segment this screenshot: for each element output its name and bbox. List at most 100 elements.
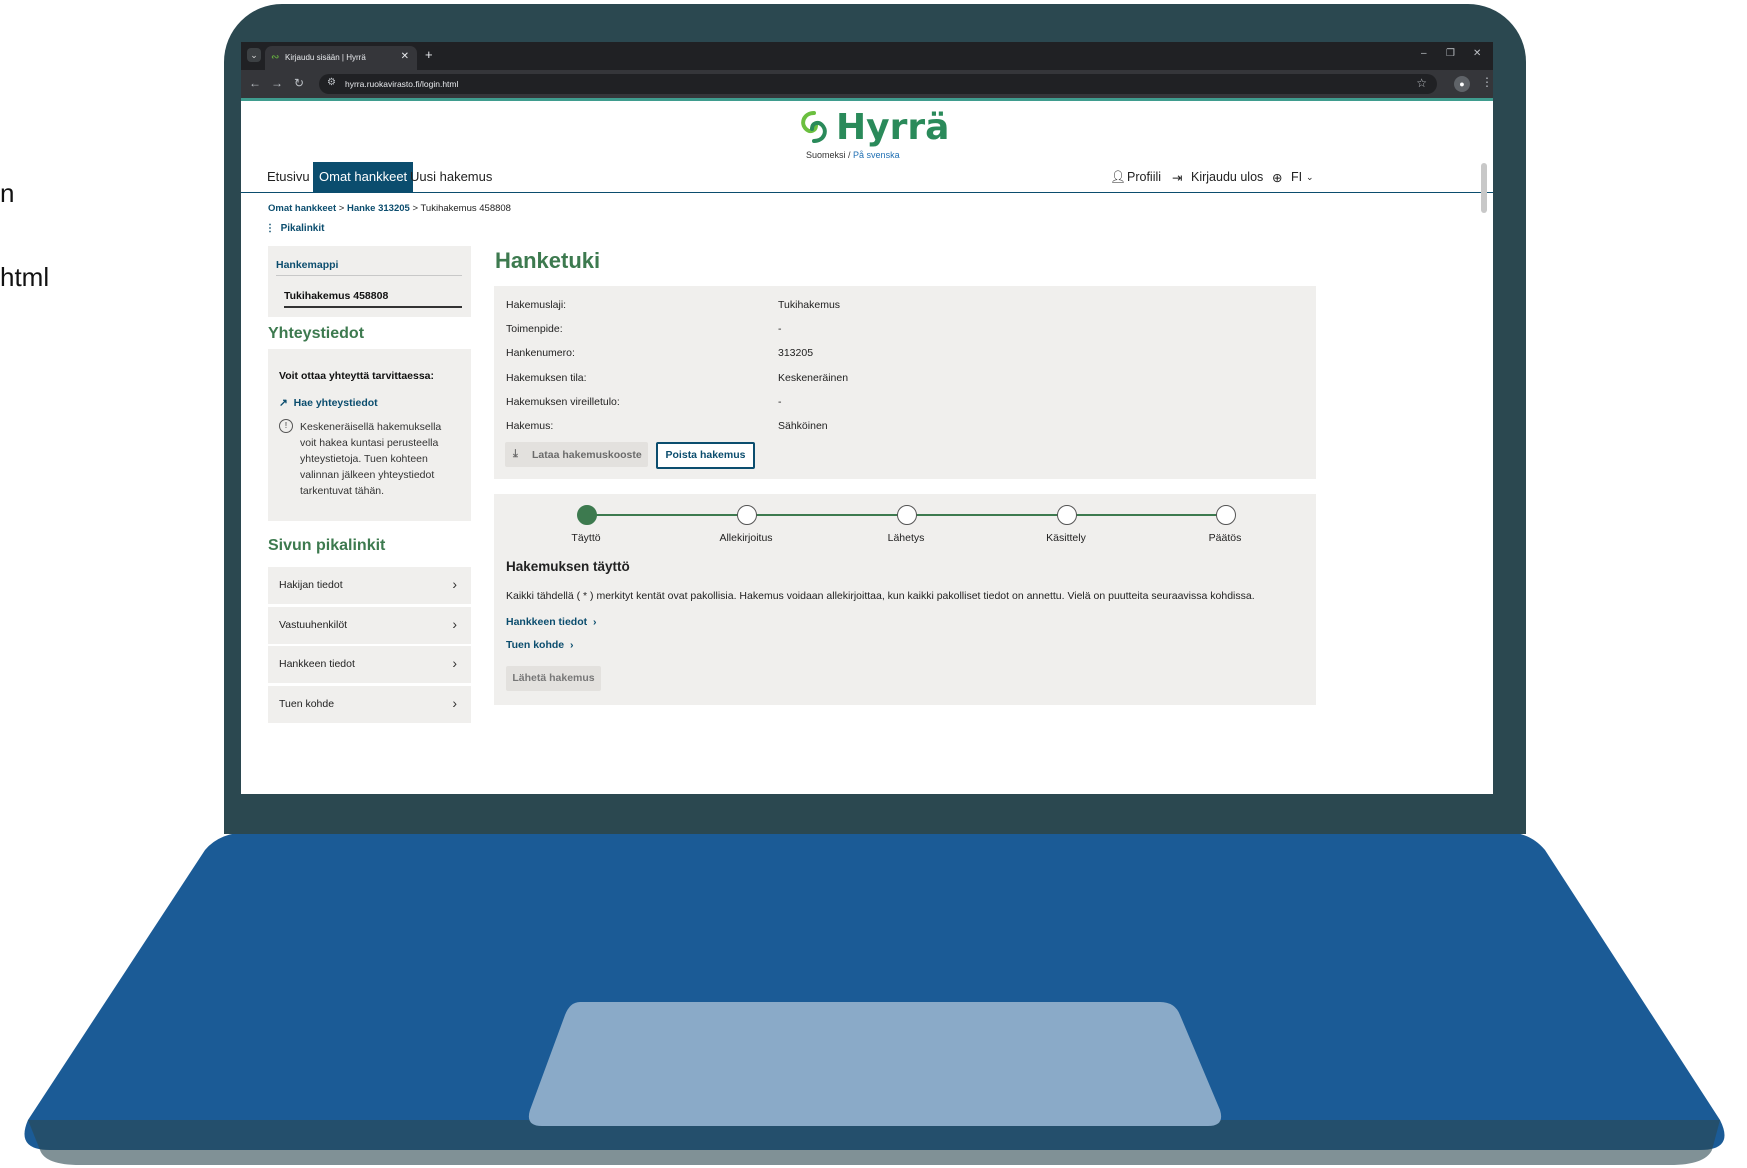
step-label: Täyttö (571, 532, 601, 544)
user-icon: 👤︎ (1110, 170, 1126, 184)
chevron-right-icon: › (452, 695, 457, 711)
detail-label: Hakemuksen vireilletulo: (506, 396, 620, 408)
browser-tab[interactable]: ∾ Kirjaudu sisään | Hyrrä ✕ (265, 46, 417, 70)
quicklink-responsible[interactable]: Vastuuhenkilöt › (268, 607, 471, 644)
logo-text: Hyrrä (836, 107, 950, 148)
divider (276, 275, 462, 276)
contact-link[interactable]: ↗ Hae yhteystiedot (279, 397, 378, 409)
main-navigation: Etusivu Omat hankkeet Uusi hakemus 👤︎ Pr… (241, 162, 1493, 193)
contact-box: Voit ottaa yhteyttä tarvittaessa: ↗ Hae … (268, 349, 471, 521)
address-bar[interactable]: ⚙ hyrra.ruokavirasto.fi/login.html ☆ (319, 74, 1437, 94)
nav-home[interactable]: Etusivu (267, 162, 310, 192)
step-label: Allekirjoitus (719, 532, 773, 544)
language-switch: Suomeksi / På svenska (806, 150, 900, 158)
globe-icon: ⊕ (1272, 171, 1283, 185)
window-close-icon[interactable]: ✕ (1473, 48, 1481, 59)
lang-sv-link[interactable]: På svenska (853, 150, 900, 158)
detail-label: Hakemuksen tila: (506, 372, 587, 384)
download-icon: ⤓ (513, 448, 518, 460)
detail-label: Hankenumero: (506, 347, 575, 359)
minimize-icon[interactable]: – (1421, 48, 1427, 59)
detail-value: 313205 (778, 347, 814, 359)
tab-title: Kirjaudu sisään | Hyrrä (285, 53, 366, 62)
browser-toolbar: ← → ↻ ⚙ hyrra.ruokavirasto.fi/login.html… (241, 70, 1493, 98)
touchpad (528, 1002, 1222, 1126)
quicklink-label: Hakijan tiedot (279, 579, 343, 591)
detail-label: Hakemuslaji: (506, 299, 567, 311)
external-link-icon: ↗ (279, 397, 288, 409)
fill-heading: Hakemuksen täyttö (506, 559, 630, 574)
quick-links-label: Pikalinkit (280, 223, 325, 234)
tab-search-icon[interactable]: ⌄ (247, 48, 261, 62)
new-tab-icon[interactable]: + (425, 47, 433, 62)
detail-label: Hakemus: (506, 420, 554, 432)
nav-logout[interactable]: Kirjaudu ulos (1191, 170, 1263, 184)
quicklink-label: Tuen kohde (279, 698, 335, 710)
missing-link-support-target[interactable]: Tuen kohde › (506, 639, 573, 651)
breadcrumb: Omat hankkeet > Hanke 313205 > Tukihakem… (268, 203, 511, 214)
contact-question: Voit ottaa yhteyttä tarvittaessa: (279, 370, 435, 382)
nav-profile[interactable]: Profiili (1127, 170, 1161, 184)
lang-fi[interactable]: Suomeksi / (806, 150, 851, 158)
chevron-right-icon: › (592, 616, 597, 628)
quicklink-label: Hankkeen tiedot (279, 658, 355, 670)
detail-value: Keskeneräinen (778, 372, 849, 384)
step-label: Lähetys (887, 532, 925, 544)
application-details-card: Hakemuslaji: Tukihakemus Toimenpide: - H… (494, 286, 1316, 479)
contact-heading: Yhteystiedot (268, 325, 365, 342)
maximize-icon[interactable]: ❐ (1446, 48, 1455, 59)
info-icon: ! (279, 419, 293, 433)
step-dot-filled (577, 505, 597, 525)
step-label: Päätös (1208, 532, 1242, 544)
browser-profile-icon[interactable]: ● (1454, 76, 1470, 92)
chevron-right-icon: › (452, 576, 457, 592)
send-application-button[interactable]: Lähetä hakemus (506, 666, 601, 691)
hyrra-favicon-icon: ∾ (271, 52, 280, 63)
reload-icon[interactable]: ↻ (294, 76, 304, 90)
chevron-down-icon[interactable]: ⌄ (1306, 172, 1314, 183)
web-page: Hyrrä Suomeksi / På svenska Etusivu Omat… (241, 101, 1493, 794)
quicklink-support-target[interactable]: Tuen kohde › (268, 686, 471, 723)
project-folder: Hankemappi Tukihakemus 458808 (268, 246, 471, 317)
nav-new-application[interactable]: Uusi hakemus (410, 162, 492, 192)
chevron-right-icon: › (569, 639, 574, 651)
quicklink-label: Vastuuhenkilöt (279, 619, 348, 631)
download-summary-button[interactable]: ⤓ Lataa hakemuskooste (505, 442, 648, 467)
tab-close-icon[interactable]: ✕ (401, 51, 409, 62)
step-dot (1216, 505, 1236, 525)
chevron-right-icon: › (452, 616, 457, 632)
bookmark-star-icon[interactable]: ☆ (1416, 76, 1427, 90)
background-text-1: n (0, 178, 15, 208)
browser-tab-bar: ⌄ ∾ Kirjaudu sisään | Hyrrä ✕ + – ❐ ✕ (241, 42, 1493, 70)
breadcrumb-link-projects[interactable]: Omat hankkeet (268, 203, 336, 214)
breadcrumb-link-project[interactable]: Hanke 313205 (347, 203, 410, 214)
logout-icon: ⇥ (1172, 171, 1183, 185)
laptop-screen: ⌄ ∾ Kirjaudu sisään | Hyrrä ✕ + – ❐ ✕ ← … (241, 42, 1493, 794)
step-dot (737, 505, 757, 525)
quick-links-toggle[interactable]: ⋮ Pikalinkit (265, 223, 324, 234)
selected-underline (284, 306, 462, 308)
quicklink-applicant[interactable]: Hakijan tiedot › (268, 567, 471, 604)
vertical-dots-icon: ⋮ (265, 223, 275, 234)
folder-selected-item[interactable]: Tukihakemus 458808 (284, 290, 388, 302)
language-select[interactable]: FI (1291, 170, 1302, 184)
contact-info-text: Keskeneräisellä hakemuksella voit hakea … (300, 421, 442, 497)
page-scrollbar[interactable] (1481, 163, 1487, 213)
folder-title[interactable]: Hankemappi (276, 259, 338, 271)
missing-link-label: Tuen kohde (506, 639, 565, 651)
forward-icon[interactable]: → (271, 76, 283, 90)
background-text-2: html (0, 262, 50, 292)
detail-value: Tukihakemus (778, 299, 841, 311)
browser-menu-icon[interactable]: ⋮ (1481, 75, 1493, 89)
chevron-right-icon: › (452, 655, 457, 671)
quicklink-project-info[interactable]: Hankkeen tiedot › (268, 646, 471, 683)
nav-my-projects[interactable]: Omat hankkeet (313, 162, 414, 192)
delete-application-button[interactable]: Poista hakemus (656, 442, 755, 469)
site-settings-icon[interactable]: ⚙ (327, 77, 336, 88)
back-icon[interactable]: ← (249, 76, 261, 90)
detail-value: - (778, 323, 782, 335)
url-text: hyrra.ruokavirasto.fi/login.html (345, 79, 459, 89)
breadcrumb-chevron-icon: > (338, 203, 347, 214)
fill-instructions: Kaikki tähdellä ( * ) merkityt kentät ov… (506, 590, 1255, 602)
missing-link-project-info[interactable]: Hankkeen tiedot › (506, 616, 596, 628)
